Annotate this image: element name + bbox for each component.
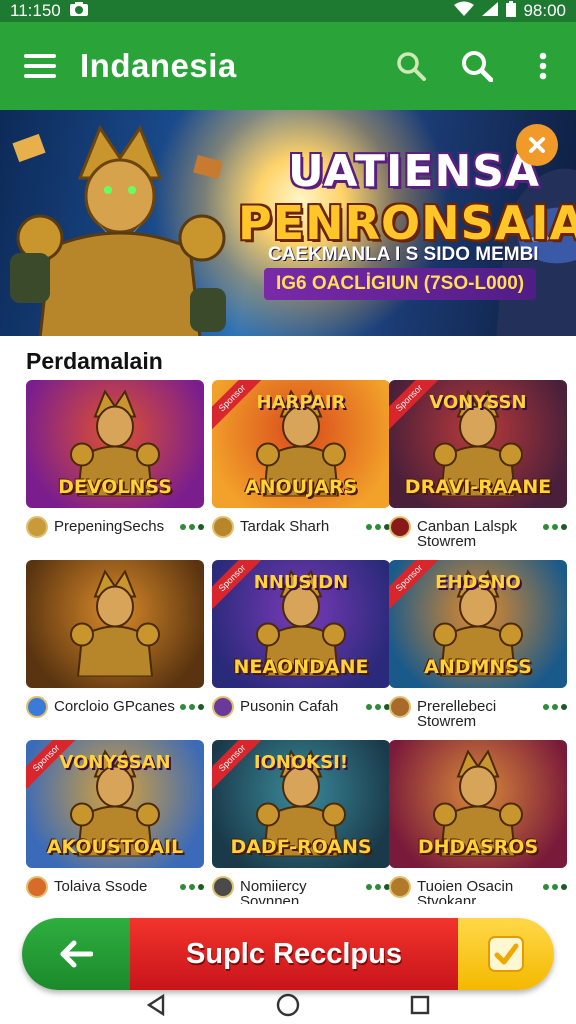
thumbnail-top-text: NNUSIDN (253, 572, 349, 593)
game-app-icon (212, 696, 234, 718)
game-thumbnail[interactable]: DHDASROS (389, 740, 567, 868)
game-card[interactable]: Sponsor VONYSSN DRAVI-RAANE Canban Lalspk S… (389, 380, 567, 549)
recents-square-icon[interactable] (410, 995, 430, 1020)
game-thumbnail[interactable]: Sponsor NNUSIDN NEAONDANE (212, 560, 390, 688)
thumbnail-top-text: VONYSSAN (59, 752, 171, 773)
banner-title-line1: UATIENSA (288, 146, 541, 197)
more-dots-icon[interactable] (180, 884, 204, 890)
cta-button[interactable]: Suplc Recclpus (130, 918, 458, 990)
thumbnail-title-text: ANDMNSS (424, 656, 532, 678)
wifi-icon (453, 1, 475, 22)
status-right-text: 98:00 (523, 1, 566, 20)
thumbnail-title-text: ANOUJARS (244, 476, 358, 498)
game-card[interactable]: DHDASROS Tuoien Osacin Stvokanr (389, 740, 567, 909)
camera-icon (69, 1, 89, 22)
more-dots-icon[interactable] (543, 704, 567, 710)
game-card[interactable]: Sponsor EHDSNO ANDMNSS Prerellebeci Stowrem (389, 560, 567, 729)
game-thumbnail[interactable]: Sponsor VONYSSAN AKOUSTOAIL (26, 740, 204, 868)
game-meta: Corcloio GPcanes (26, 696, 204, 718)
game-card[interactable]: Sponsor HARPAIR ANOUJARS Tardak Sharh (212, 380, 390, 538)
game-app-icon (389, 516, 411, 538)
more-dots-icon[interactable] (543, 884, 567, 890)
game-character-figure (70, 567, 160, 682)
game-name: Prerellebeci Stowrem (417, 698, 497, 730)
promo-banner[interactable]: UATIENSA PENRONSAIA CAEKMANLA I S SIDO M… (0, 110, 576, 336)
status-bar: 11:150 98:00 (0, 0, 576, 22)
more-dots-icon[interactable] (366, 704, 390, 710)
more-vert-icon[interactable] (510, 22, 576, 110)
game-meta: PrepeningSechs (26, 516, 204, 538)
thumbnail-title-text: DADF-ROANS (230, 836, 372, 858)
game-meta: Tardak Sharh (212, 516, 390, 538)
banner-title-line2: PENRONSAIA (238, 196, 576, 250)
game-app-icon (212, 876, 234, 898)
game-card[interactable]: Sponsor VONYSSAN AKOUSTOAIL Tolaiva Ssode (26, 740, 204, 898)
system-nav-bar (0, 990, 576, 1024)
close-icon[interactable] (516, 124, 558, 166)
battery-icon (505, 0, 517, 23)
game-name: Pusonin Cafah (240, 698, 339, 715)
game-thumbnail[interactable] (26, 560, 204, 688)
banner-pill: IG6 OACLİGIUN (7SO-L000) (264, 268, 537, 300)
page-title: Indanesia (80, 47, 237, 84)
checkbox-icon[interactable] (458, 918, 554, 990)
game-card[interactable]: Sponsor IONOKSI! DADF-ROANS Nomiiercy Sovnn… (212, 740, 390, 909)
thumbnail-title-text: DEVOLNSS (58, 476, 172, 498)
game-card[interactable]: Sponsor NNUSIDN NEAONDANE Pusonin Cafah (212, 560, 390, 718)
section-title: Perdamalain (26, 348, 163, 374)
game-meta: Tolaiva Ssode (26, 876, 204, 898)
more-dots-icon[interactable] (366, 524, 390, 530)
game-thumbnail[interactable]: DEVOLNSS (26, 380, 204, 508)
game-app-icon (389, 876, 411, 898)
game-thumbnail[interactable]: Sponsor EHDSNO ANDMNSS (389, 560, 567, 688)
thumbnail-top-text: VONYSSN (429, 392, 527, 413)
banner-hero-figure (10, 118, 240, 336)
status-time: 11:150 (10, 1, 61, 20)
game-name: Tolaiva Ssode (54, 878, 148, 895)
game-app-icon (26, 876, 48, 898)
home-circle-icon[interactable] (276, 993, 300, 1022)
thumbnail-title-text: AKOUSTOAIL (46, 836, 184, 858)
search-icon-secondary[interactable] (444, 22, 510, 110)
game-meta: Canban Lalspk Stowrem (389, 516, 567, 549)
game-meta: Prerellebeci Stowrem (389, 696, 567, 729)
game-card[interactable]: Corcloio GPcanes (26, 560, 204, 718)
more-dots-icon[interactable] (180, 524, 204, 530)
game-app-icon (212, 516, 234, 538)
more-dots-icon[interactable] (180, 704, 204, 710)
game-name: Tardak Sharh (240, 518, 330, 535)
game-app-icon (26, 516, 48, 538)
arrow-left-icon[interactable] (22, 918, 130, 990)
thumbnail-top-text: HARPAIR (256, 392, 346, 413)
game-name: PrepeningSechs (54, 518, 165, 535)
thumbnail-title-text: NEAONDANE (233, 656, 369, 678)
more-dots-icon[interactable] (543, 524, 567, 530)
cta-bar: Suplc Recclpus (22, 918, 554, 990)
thumbnail-title-text: DRAVI-RAANE (404, 476, 552, 498)
search-icon[interactable] (378, 22, 444, 110)
signal-icon (481, 1, 499, 22)
game-app-icon (389, 696, 411, 718)
menu-icon[interactable] (0, 22, 80, 110)
game-thumbnail[interactable]: Sponsor VONYSSN DRAVI-RAANE (389, 380, 567, 508)
banner-subtitle: CAEKMANLA I S SIDO MEMBI (268, 244, 539, 265)
thumbnail-top-text: EHDSNO (435, 572, 521, 593)
app-bar: Indanesia (0, 22, 576, 110)
game-name: Canban Lalspk Stowrem (417, 518, 518, 550)
back-triangle-icon[interactable] (146, 993, 166, 1021)
game-app-icon (26, 696, 48, 718)
game-name: Corcloio GPcanes (54, 698, 175, 715)
game-thumbnail[interactable]: Sponsor HARPAIR ANOUJARS (212, 380, 390, 508)
thumbnail-top-text: IONOKSI! (253, 752, 349, 773)
game-meta: Pusonin Cafah (212, 696, 390, 718)
game-thumbnail[interactable]: Sponsor IONOKSI! DADF-ROANS (212, 740, 390, 868)
more-dots-icon[interactable] (366, 884, 390, 890)
game-card[interactable]: DEVOLNSS PrepeningSechs (26, 380, 204, 538)
thumbnail-title-text: DHDASROS (417, 836, 539, 858)
